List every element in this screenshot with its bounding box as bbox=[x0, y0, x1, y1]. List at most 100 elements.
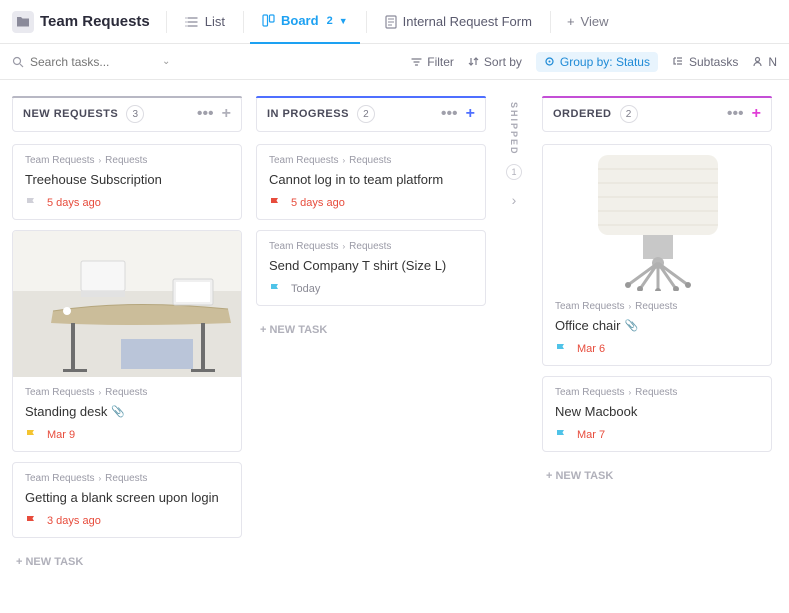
add-view-button[interactable]: + View bbox=[557, 14, 619, 29]
column-header[interactable]: ORDERED 2 ••• + bbox=[542, 96, 772, 132]
tab-internal-request-form[interactable]: Internal Request Form bbox=[373, 0, 544, 44]
group-icon bbox=[544, 56, 555, 67]
column-shipped-collapsed[interactable]: SHIPPED 1 › bbox=[500, 96, 528, 597]
sort-icon bbox=[468, 56, 479, 67]
filter-button[interactable]: Filter bbox=[411, 55, 454, 69]
flag-icon bbox=[25, 429, 37, 441]
card-footer: Mar 6 bbox=[555, 343, 759, 355]
column-new-requests: NEW REQUESTS 3 ••• + Team Requests›Reque… bbox=[12, 96, 242, 597]
flag-icon bbox=[269, 197, 281, 209]
add-card-button[interactable]: + bbox=[752, 105, 761, 123]
column-ordered: ORDERED 2 ••• + bbox=[542, 96, 772, 597]
filter-icon bbox=[411, 57, 422, 67]
board-icon bbox=[262, 14, 275, 27]
column-actions: ••• + bbox=[441, 105, 475, 123]
column-title: IN PROGRESS bbox=[267, 108, 349, 120]
card[interactable]: Team Requests›Requests Getting a blank s… bbox=[12, 462, 242, 538]
card-date: Mar 7 bbox=[577, 429, 605, 441]
card-title: Send Company T shirt (Size L) bbox=[269, 258, 473, 273]
card-footer: Today bbox=[269, 283, 473, 295]
divider bbox=[366, 11, 367, 33]
group-by-label: Group by: Status bbox=[560, 55, 650, 69]
card-date: Mar 6 bbox=[577, 343, 605, 355]
breadcrumb: Team Requests›Requests bbox=[25, 155, 229, 166]
count-badge: 2 bbox=[620, 105, 638, 123]
toolbar: ⌄ Filter Sort by Group by: Status Subtas… bbox=[0, 44, 789, 80]
more-icon[interactable]: ••• bbox=[727, 105, 744, 123]
page-title: Team Requests bbox=[40, 13, 150, 30]
tab-list[interactable]: List bbox=[173, 0, 237, 44]
card[interactable]: Team Requests›Requests New Macbook Mar 7 bbox=[542, 376, 772, 452]
count-badge: 2 bbox=[357, 105, 375, 123]
search-wrap: ⌄ bbox=[12, 55, 192, 69]
header: Team Requests List Board 2 ▼ Internal Re… bbox=[0, 0, 789, 44]
breadcrumb: Team Requests›Requests bbox=[269, 155, 473, 166]
user-icon bbox=[752, 56, 763, 67]
form-icon bbox=[385, 15, 397, 29]
card-footer: 5 days ago bbox=[25, 197, 229, 209]
add-card-button[interactable]: + bbox=[466, 105, 475, 123]
breadcrumb: Team Requests›Requests bbox=[555, 301, 759, 312]
column-actions: ••• + bbox=[727, 105, 761, 123]
group-by-button[interactable]: Group by: Status bbox=[536, 52, 658, 72]
card-footer: 3 days ago bbox=[25, 515, 229, 527]
count-badge: 3 bbox=[126, 105, 144, 123]
more-icon[interactable]: ••• bbox=[197, 105, 214, 123]
subtasks-icon bbox=[672, 56, 684, 67]
card[interactable]: Team Requests›Requests Cannot log in to … bbox=[256, 144, 486, 220]
new-task-button[interactable]: + NEW TASK bbox=[542, 462, 772, 490]
count-badge: 1 bbox=[506, 164, 522, 180]
breadcrumb: Team Requests›Requests bbox=[25, 387, 229, 398]
new-task-button[interactable]: + NEW TASK bbox=[256, 316, 486, 344]
plus-icon: + bbox=[567, 14, 575, 29]
card-image bbox=[13, 231, 241, 377]
flag-icon bbox=[555, 429, 567, 441]
divider bbox=[166, 11, 167, 33]
flag-icon bbox=[25, 197, 37, 209]
column-header[interactable]: NEW REQUESTS 3 ••• + bbox=[12, 96, 242, 132]
card-title: Getting a blank screen upon login bbox=[25, 490, 229, 505]
card[interactable]: Team Requests›Requests Office chair 📎 Ma… bbox=[542, 144, 772, 366]
card-date: 5 days ago bbox=[291, 197, 345, 209]
card[interactable]: Team Requests›Requests Send Company T sh… bbox=[256, 230, 486, 306]
column-actions: ••• + bbox=[197, 105, 231, 123]
tab-label: List bbox=[205, 14, 225, 29]
divider bbox=[550, 11, 551, 33]
collapsed-title: SHIPPED bbox=[509, 102, 519, 156]
column-in-progress: IN PROGRESS 2 ••• + Team Requests›Reques… bbox=[256, 96, 486, 597]
tab-board[interactable]: Board 2 ▼ bbox=[250, 0, 360, 44]
more-icon[interactable]: ••• bbox=[441, 105, 458, 123]
card-date: Today bbox=[291, 283, 320, 295]
search-input[interactable] bbox=[30, 55, 150, 69]
sort-label: Sort by bbox=[484, 55, 522, 69]
board: NEW REQUESTS 3 ••• + Team Requests›Reque… bbox=[0, 80, 789, 613]
card-footer: 5 days ago bbox=[269, 197, 473, 209]
breadcrumb: Team Requests›Requests bbox=[269, 241, 473, 252]
chevron-right-icon[interactable]: › bbox=[512, 192, 517, 208]
card-title: New Macbook bbox=[555, 404, 759, 419]
more-user[interactable]: N bbox=[752, 55, 777, 69]
column-title: NEW REQUESTS bbox=[23, 108, 118, 120]
subtasks-button[interactable]: Subtasks bbox=[672, 55, 738, 69]
add-card-button[interactable]: + bbox=[222, 105, 231, 123]
breadcrumb: Team Requests›Requests bbox=[555, 387, 759, 398]
filter-label: Filter bbox=[427, 55, 454, 69]
new-task-button[interactable]: + NEW TASK bbox=[12, 548, 242, 576]
card-title: Office chair 📎 bbox=[555, 318, 759, 333]
subtasks-label: Subtasks bbox=[689, 55, 738, 69]
column-header[interactable]: IN PROGRESS 2 ••• + bbox=[256, 96, 486, 132]
card-date: Mar 9 bbox=[47, 429, 75, 441]
card-footer: Mar 7 bbox=[555, 429, 759, 441]
card-title: Cannot log in to team platform bbox=[269, 172, 473, 187]
chevron-down-icon: ▼ bbox=[339, 16, 348, 26]
card-footer: Mar 9 bbox=[25, 429, 229, 441]
attachment-icon: 📎 bbox=[625, 319, 639, 332]
card[interactable]: Team Requests›Requests Treehouse Subscri… bbox=[12, 144, 242, 220]
tab-label: Internal Request Form bbox=[403, 14, 532, 29]
sort-button[interactable]: Sort by bbox=[468, 55, 522, 69]
chevron-down-icon[interactable]: ⌄ bbox=[162, 56, 170, 67]
card[interactable]: Team Requests›Requests Standing desk 📎 M… bbox=[12, 230, 242, 452]
search-icon bbox=[12, 56, 24, 68]
attachment-icon: 📎 bbox=[111, 405, 125, 418]
tab-label: Board bbox=[281, 13, 319, 28]
